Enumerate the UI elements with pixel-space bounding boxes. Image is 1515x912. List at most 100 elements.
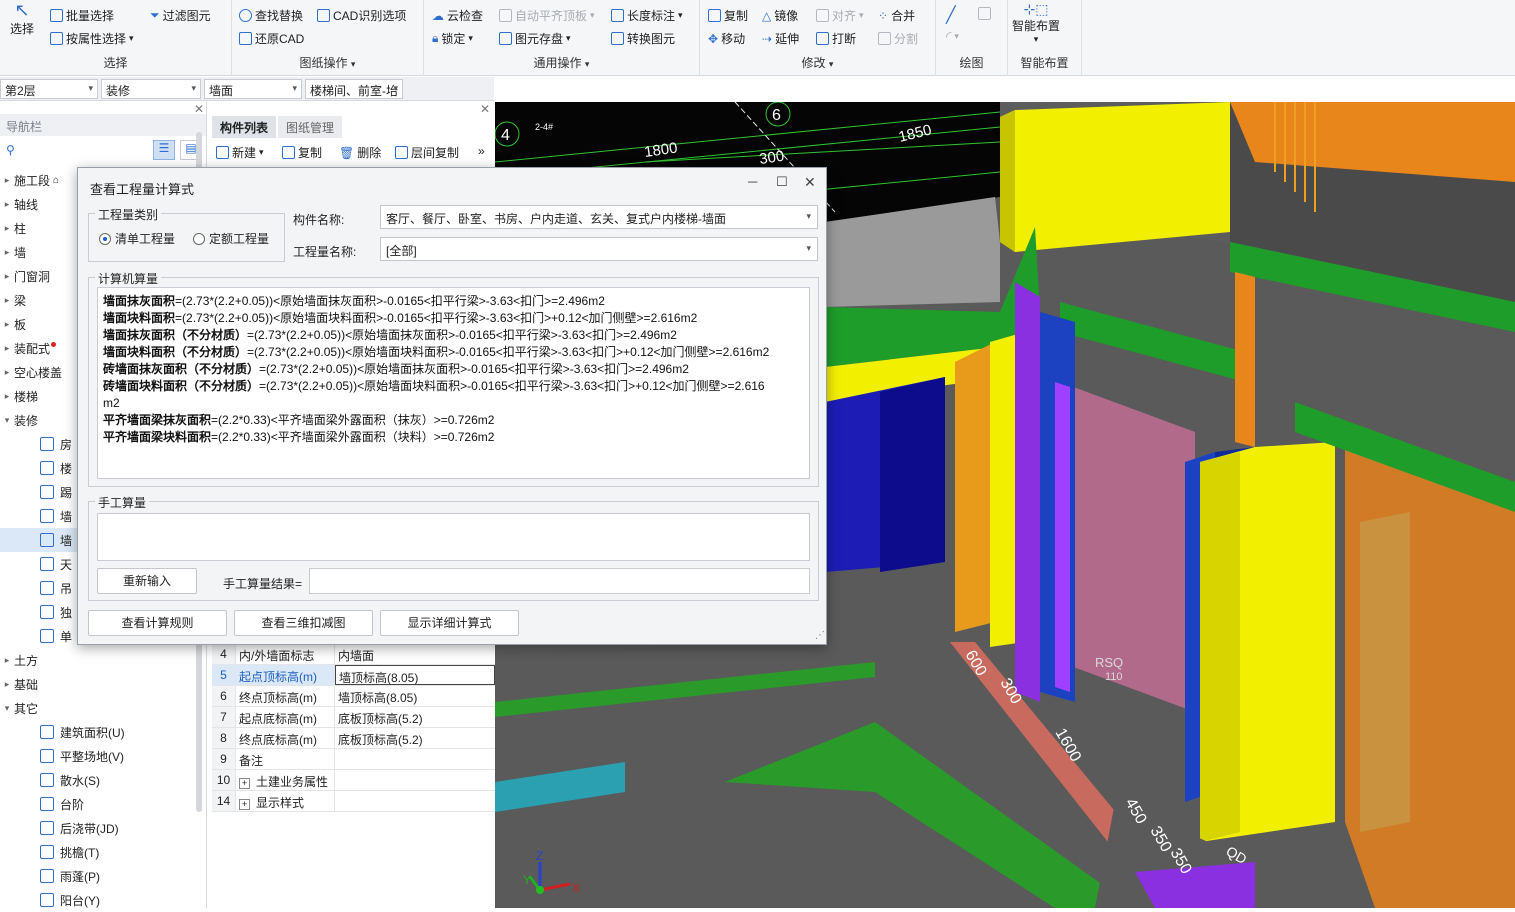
- lock-button[interactable]: 🔒︎ 锁定 ▾: [432, 30, 473, 47]
- expand-icon: ▸: [4, 318, 10, 329]
- nav-subitem-canopy[interactable]: 雨蓬(P): [0, 864, 196, 888]
- dropdown-arrow-icon[interactable]: ▾: [351, 59, 356, 69]
- nav-subitem-eave[interactable]: 挑檐(T): [0, 840, 196, 864]
- expand-icon: ▸: [4, 174, 10, 185]
- dropdown-arrow-icon[interactable]: ▾: [585, 59, 590, 69]
- delete-button[interactable]: 🗑︎ 删除: [339, 144, 381, 161]
- break-button[interactable]: 打断: [816, 30, 856, 47]
- new-icon: [216, 146, 229, 159]
- convert-element-button[interactable]: 转换图元: [611, 30, 675, 47]
- pin-icon[interactable]: ⚲: [6, 143, 15, 157]
- floor-select[interactable]: 第2层 ▾: [0, 79, 98, 99]
- nav-subitem-steps[interactable]: 台阶: [0, 792, 196, 816]
- more-icon[interactable]: »: [478, 144, 485, 158]
- component-name-select[interactable]: 客厅、餐厅、卧室、书房、户内走道、玄关、复式户内楼梯-墙面 ▾: [380, 205, 818, 229]
- table-row[interactable]: 6 终点顶标高(m) 墙顶标高(8.05): [212, 686, 495, 707]
- line-tool-button[interactable]: ╱: [946, 5, 956, 25]
- category-select[interactable]: 装修 ▾: [101, 79, 201, 99]
- minimize-icon[interactable]: ─: [748, 174, 757, 189]
- tab-drawing-management[interactable]: 图纸管理: [278, 116, 343, 138]
- copy-component-button[interactable]: 复制: [282, 144, 322, 161]
- smart-layout-button[interactable]: ⊹⬚ 智能布置 ▾: [1012, 2, 1060, 44]
- copy-button[interactable]: 复制: [708, 7, 748, 24]
- dropdown-arrow-icon[interactable]: ▾: [829, 59, 834, 69]
- reinput-button[interactable]: 重新输入: [97, 568, 197, 594]
- nav-subitem-building-area[interactable]: 建筑面积(U): [0, 720, 196, 744]
- tab-component-list[interactable]: 构件列表: [212, 116, 277, 138]
- table-row[interactable]: 7 起点底标高(m) 底板顶标高(5.2): [212, 707, 495, 728]
- axis-label: Y: [523, 873, 531, 887]
- convert-icon: [611, 32, 624, 45]
- table-row[interactable]: 5 起点顶标高(m) 墙顶标高(8.05): [212, 665, 495, 686]
- expand-plus-icon[interactable]: +: [239, 799, 250, 810]
- component-select[interactable]: 楼梯间、前室-坮 ▾: [305, 79, 403, 99]
- nav-subitem-balcony[interactable]: 阳台(Y): [0, 888, 196, 912]
- expand-icon: ▸: [4, 246, 10, 257]
- select-by-attr-button[interactable]: 按属性选择 ▾: [50, 30, 134, 47]
- list-view-icon[interactable]: ☰: [153, 140, 175, 160]
- floor-copy-button[interactable]: 层间复制: [395, 144, 459, 161]
- list-quantity-radio[interactable]: 清单工程量: [99, 230, 175, 247]
- auto-align-top-button[interactable]: 自动平齐顶板 ▾: [499, 7, 595, 24]
- close-icon[interactable]: ✕: [480, 102, 490, 116]
- nav-subitem-site-leveling[interactable]: 平整场地(V): [0, 744, 196, 768]
- show-detail-formula-button[interactable]: 显示详细计算式: [380, 610, 519, 636]
- mirror-button[interactable]: △ 镜像: [762, 7, 798, 24]
- find-replace-button[interactable]: 查找替换: [239, 7, 303, 24]
- close-icon[interactable]: ✕: [194, 102, 204, 116]
- manual-result-field[interactable]: [309, 568, 810, 594]
- quantity-name-select[interactable]: [全部] ▾: [380, 237, 818, 261]
- close-icon[interactable]: ✕: [804, 174, 816, 191]
- resize-grip-icon[interactable]: ⋰: [815, 630, 825, 641]
- arc-tool-button[interactable]: ◜ ▾: [946, 28, 959, 45]
- nav-subitem-apron[interactable]: 散水(S): [0, 768, 196, 792]
- save-element-button[interactable]: 图元存盘 ▾: [499, 30, 571, 47]
- copy-icon: [282, 146, 295, 159]
- table-row[interactable]: 14 + 显示样式: [212, 791, 495, 812]
- radio-checked-icon: [99, 232, 111, 245]
- nav-item-other[interactable]: ▾ 其它: [0, 696, 196, 720]
- restore-cad-button[interactable]: 还原CAD: [239, 30, 304, 47]
- select-button[interactable]: ↖ 选择: [10, 1, 34, 37]
- collapse-icon: ▾: [4, 702, 10, 713]
- ribbon-group-title: 通用操作: [533, 56, 582, 70]
- rect-tool-button[interactable]: [978, 7, 991, 20]
- axis-label: Z: [536, 849, 543, 863]
- filter-button[interactable]: ⏷ 过滤图元: [150, 7, 211, 24]
- table-row[interactable]: 10 + 土建业务属性: [212, 770, 495, 791]
- length-dim-button[interactable]: 长度标注 ▾: [611, 7, 683, 24]
- expand-icon: ▸: [4, 294, 10, 305]
- expand-plus-icon[interactable]: +: [239, 778, 250, 789]
- ribbon-group-select: ↖ 选择 批量选择 按属性选择 ▾ ⏷ 过滤图元 选择: [0, 0, 232, 76]
- view-3d-deduction-button[interactable]: 查看三维扣减图: [234, 610, 373, 636]
- batch-select-button[interactable]: 批量选择: [50, 7, 114, 24]
- canopy-icon: [40, 869, 54, 883]
- move-button[interactable]: ✥ 移动: [708, 30, 745, 47]
- formula-line: 平齐墙面梁块料面积=(2.2*0.33)<平齐墙面梁外露面积（块料）>=0.72…: [103, 430, 495, 444]
- nav-subitem-post-pour[interactable]: 后浇带(JD): [0, 816, 196, 840]
- site-leveling-icon: [40, 749, 54, 763]
- merge-button[interactable]: ⁘ 合并: [878, 7, 915, 24]
- cad-options-button[interactable]: CAD识别选项: [317, 7, 406, 24]
- cloud-check-button[interactable]: ☁ 云检查: [432, 7, 483, 24]
- view-rules-button[interactable]: 查看计算规则: [88, 610, 227, 636]
- nav-item-earthwork[interactable]: ▸ 土方: [0, 648, 196, 672]
- split-button[interactable]: 分割: [878, 30, 918, 47]
- quota-quantity-radio[interactable]: 定额工程量: [193, 230, 269, 247]
- ribbon-group-smart: ⊹⬚ 智能布置 ▾ 智能布置: [1008, 0, 1082, 76]
- formula-line: 墙面块料面积=(2.73*(2.2+0.05))<原始墙面块料面积>-0.016…: [103, 311, 698, 325]
- align-button[interactable]: 对齐 ▾: [816, 7, 864, 24]
- split-icon: [878, 32, 891, 45]
- formula-textarea[interactable]: 墙面抹灰面积=(2.73*(2.2+0.05))<原始墙面抹灰面积>-0.016…: [97, 287, 810, 479]
- manual-formula-input[interactable]: [97, 513, 810, 561]
- type-select[interactable]: 墙面 ▾: [204, 79, 302, 99]
- table-row[interactable]: 4 内/外墙面标志 内墙面: [212, 644, 495, 665]
- lock-small-icon: ⌂: [53, 174, 60, 186]
- new-button[interactable]: 新建 ▾: [216, 144, 264, 161]
- extend-button[interactable]: ⇢ 延伸: [762, 30, 799, 47]
- length-dim-icon: [611, 9, 624, 22]
- table-row[interactable]: 8 终点底标高(m) 底板顶标高(5.2): [212, 728, 495, 749]
- table-row[interactable]: 9 备注: [212, 749, 495, 770]
- nav-item-foundation[interactable]: ▸ 基础: [0, 672, 196, 696]
- maximize-icon[interactable]: ☐: [776, 174, 788, 190]
